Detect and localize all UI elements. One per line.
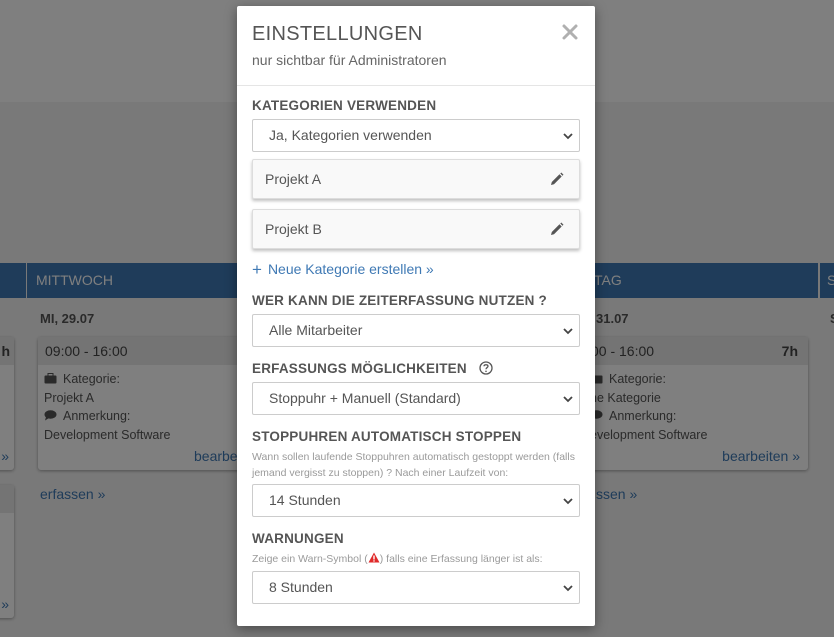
stoppuhren-heading: STOPPUHREN AUTOMATISCH STOPPEN (252, 429, 522, 444)
chevron-down-icon (563, 585, 573, 592)
erfassung-select[interactable]: Stoppuhr + Manuell (Standard) (252, 382, 580, 415)
plus-icon: + (252, 260, 262, 279)
pencil-icon[interactable] (549, 222, 564, 237)
stoppuhren-help-text: Wann sollen laufende Stoppuhren automati… (252, 451, 575, 479)
warnungen-heading: WARNUNGEN (252, 531, 344, 546)
wer-heading: WER KANN DIE ZEITERFASSUNG NUTZEN ? (252, 293, 548, 308)
close-icon[interactable] (561, 23, 579, 41)
chevron-down-icon (563, 498, 573, 505)
warnungen-help-text: Zeige ein Warn-Symbol ( ) falls eine Erf… (252, 552, 543, 565)
kategorien-select[interactable]: Ja, Kategorien verwenden (252, 119, 580, 152)
warnungen-select[interactable]: 8 Stunden (252, 571, 580, 604)
new-category-link[interactable]: + Neue Kategorie erstellen » (252, 260, 434, 280)
category-item-projekt-a[interactable]: Projekt A (252, 159, 580, 199)
question-circle-icon[interactable] (479, 361, 493, 375)
settings-modal: EINSTELLUNGEN nur sichtbar für Administr… (237, 6, 595, 626)
chevron-down-icon (563, 133, 573, 140)
modal-subtitle: nur sichtbar für Administratoren (252, 52, 447, 68)
stoppuhren-select[interactable]: 14 Stunden (252, 484, 580, 517)
pencil-icon[interactable] (549, 172, 564, 187)
modal-header: EINSTELLUNGEN nur sichtbar für Administr… (237, 6, 595, 86)
chevron-down-icon (563, 328, 573, 335)
wer-select[interactable]: Alle Mitarbeiter (252, 314, 580, 347)
chevron-down-icon (563, 396, 573, 403)
modal-title: EINSTELLUNGEN (252, 23, 423, 45)
erfassung-heading: ERFASSUNGS MÖGLICHKEITEN (252, 361, 493, 376)
warning-icon (368, 552, 380, 563)
kategorien-heading: KATEGORIEN VERWENDEN (252, 98, 437, 113)
category-item-projekt-b[interactable]: Projekt B (252, 209, 580, 249)
